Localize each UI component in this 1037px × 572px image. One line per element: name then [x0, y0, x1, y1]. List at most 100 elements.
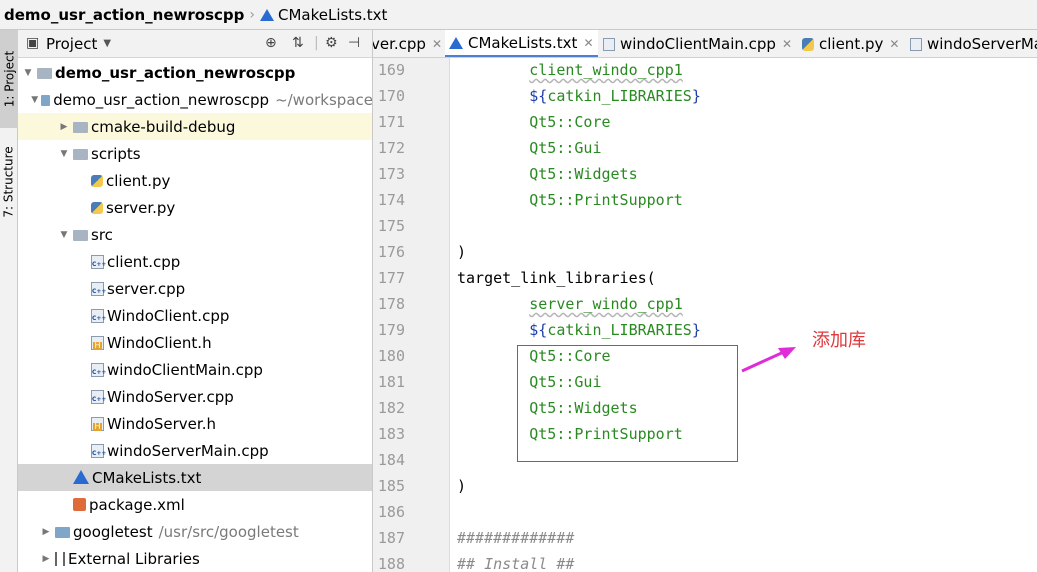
- tree-item[interactable]: ▶ External Libraries: [18, 545, 372, 572]
- code-line: ${catkin_LIBRARIES}: [529, 321, 701, 339]
- tree-item-path: /usr/src/googletest: [158, 522, 299, 541]
- tree-item[interactable]: ▼ src: [18, 221, 372, 248]
- tree-item-label: windoServerMain.cpp: [107, 441, 269, 460]
- folder-icon: [73, 149, 88, 160]
- line-number: 185: [377, 477, 405, 495]
- expand-arrow-icon[interactable]: ▼: [58, 149, 70, 159]
- line-number: 178: [377, 295, 405, 313]
- structure-tool-tab-label: 7: Structure: [2, 146, 17, 218]
- code-line: ): [457, 477, 467, 495]
- gear-icon[interactable]: ⚙: [325, 35, 338, 51]
- close-tab-icon[interactable]: ✕: [583, 36, 593, 50]
- tree-item-label: WindoClient.cpp: [107, 306, 230, 325]
- tree-item[interactable]: CMakeLists.txt: [18, 464, 372, 491]
- collapse-all-icon[interactable]: ⇅: [292, 35, 304, 51]
- cpp-file-icon: [91, 254, 106, 269]
- editor-tab[interactable]: windoClientMain.cpp ✕: [599, 30, 796, 57]
- tree-item[interactable]: client.py: [18, 167, 372, 194]
- line-number: 177: [377, 269, 405, 287]
- tree-item-label: client.cpp: [107, 252, 181, 271]
- tree-item[interactable]: server.cpp: [18, 275, 372, 302]
- tree-item[interactable]: windoClientMain.cpp: [18, 356, 372, 383]
- line-number: 187: [377, 529, 405, 547]
- cmake-file-icon: [449, 36, 463, 49]
- line-number: 181: [377, 373, 405, 391]
- header-file-icon: [91, 416, 104, 431]
- editor-tab[interactable]: ver.cpp ✕: [373, 30, 446, 57]
- project-panel: ▣ Project ▼ ⊕ ⇅ | ⚙ ⊣ ▼ demo_usr_action_n…: [18, 30, 373, 572]
- project-panel-title[interactable]: Project: [46, 35, 97, 53]
- code-line: Qt5::Core: [457, 113, 611, 131]
- cmake-file-icon: [259, 8, 274, 21]
- tree-item[interactable]: WindoServer.cpp: [18, 383, 372, 410]
- tree-item-label: WindoServer.h: [107, 414, 216, 433]
- tree-item[interactable]: windoServerMain.cpp: [18, 437, 372, 464]
- tree-item-label: External Libraries: [68, 549, 200, 568]
- tree-item[interactable]: ▼ scripts: [18, 140, 372, 167]
- breadcrumb-project[interactable]: demo_usr_action_newroscpp: [4, 6, 244, 24]
- hide-panel-icon[interactable]: ⊣: [348, 35, 360, 51]
- tree-item-label: demo_usr_action_newroscpp: [53, 90, 270, 109]
- collapse-arrow-icon[interactable]: ▶: [40, 527, 52, 537]
- tree-item[interactable]: ▼ demo_usr_action_newroscpp: [18, 59, 372, 86]
- editor-tab-label: windoServerMa: [927, 35, 1037, 53]
- editor-tab[interactable]: CMakeLists.txt ✕: [445, 30, 598, 57]
- line-number: 188: [377, 555, 405, 572]
- line-number: 173: [377, 165, 405, 183]
- line-number: 183: [377, 425, 405, 443]
- collapse-arrow-icon[interactable]: ▶: [58, 122, 70, 132]
- navigation-breadcrumb: demo_usr_action_newroscpp › CMakeLists.t…: [0, 0, 1037, 30]
- code-line: #############: [457, 529, 575, 547]
- library-icon: [55, 551, 65, 566]
- tree-item-label: cmake-build-debug: [91, 117, 236, 136]
- tree-item[interactable]: ▶ googletest/usr/src/googletest: [18, 518, 372, 545]
- tree-item[interactable]: ▶ cmake-build-debug: [18, 113, 372, 140]
- python-file-icon: [91, 201, 103, 214]
- project-tool-tab[interactable]: 1: Project: [0, 30, 18, 128]
- editor-tab[interactable]: windoServerMa: [906, 30, 1037, 57]
- tree-item[interactable]: server.py: [18, 194, 372, 221]
- code-line: Qt5::Widgets: [457, 165, 638, 183]
- editor-tab-label: client.py: [819, 35, 884, 53]
- breadcrumb-file[interactable]: CMakeLists.txt: [278, 6, 387, 24]
- code-line: Qt5::Gui: [457, 139, 602, 157]
- structure-tool-tab[interactable]: 7: Structure: [0, 134, 18, 230]
- folder-icon: [73, 122, 88, 133]
- line-number: 170: [377, 87, 405, 105]
- project-panel-header: ▣ Project ▼ ⊕ ⇅ | ⚙ ⊣: [18, 30, 372, 58]
- tree-item[interactable]: package.xml: [18, 491, 372, 518]
- expand-arrow-icon[interactable]: ▼: [31, 95, 38, 105]
- cpp-file-icon: [91, 281, 106, 296]
- project-view-icon: ▣: [26, 35, 40, 51]
- breadcrumb-separator-icon: ›: [249, 6, 255, 23]
- tree-item[interactable]: ▼ demo_usr_action_newroscpp ~/workspace: [18, 86, 373, 113]
- code-line: Qt5::PrintSupport: [457, 191, 683, 209]
- annotation-arrow-icon: [741, 347, 796, 373]
- cpp-file-icon: [91, 308, 106, 323]
- tree-item[interactable]: WindoServer.h: [18, 410, 372, 437]
- xml-file-icon: [73, 498, 86, 511]
- py-file-icon: [802, 37, 814, 51]
- editor-tab[interactable]: client.py ✕: [798, 30, 903, 57]
- tree-item-label: server.cpp: [107, 279, 186, 298]
- tree-item[interactable]: client.cpp: [18, 248, 372, 275]
- cpp-file-icon: [603, 37, 615, 51]
- collapse-arrow-icon[interactable]: ▶: [40, 554, 52, 564]
- locate-icon[interactable]: ⊕: [265, 35, 277, 51]
- cmake-file-icon: [73, 470, 89, 484]
- chevron-down-icon[interactable]: ▼: [103, 38, 111, 49]
- code-editor[interactable]: client_windo_cpp1 ${catkin_LIBRARIES} Qt…: [450, 58, 1037, 572]
- close-tab-icon[interactable]: ✕: [889, 37, 899, 51]
- close-tab-icon[interactable]: ✕: [432, 37, 442, 51]
- expand-arrow-icon[interactable]: ▼: [22, 68, 34, 78]
- tree-item[interactable]: WindoClient.cpp: [18, 302, 372, 329]
- line-number: 186: [377, 503, 405, 521]
- tree-item-label: CMakeLists.txt: [92, 468, 202, 487]
- close-tab-icon[interactable]: ✕: [782, 37, 792, 51]
- line-number: 169: [377, 61, 405, 79]
- tree-item[interactable]: WindoClient.h: [18, 329, 372, 356]
- expand-arrow-icon[interactable]: ▼: [58, 230, 70, 240]
- line-number: 175: [377, 217, 405, 235]
- line-number: 174: [377, 191, 405, 209]
- tree-item-path: ~/workspace: [275, 90, 373, 109]
